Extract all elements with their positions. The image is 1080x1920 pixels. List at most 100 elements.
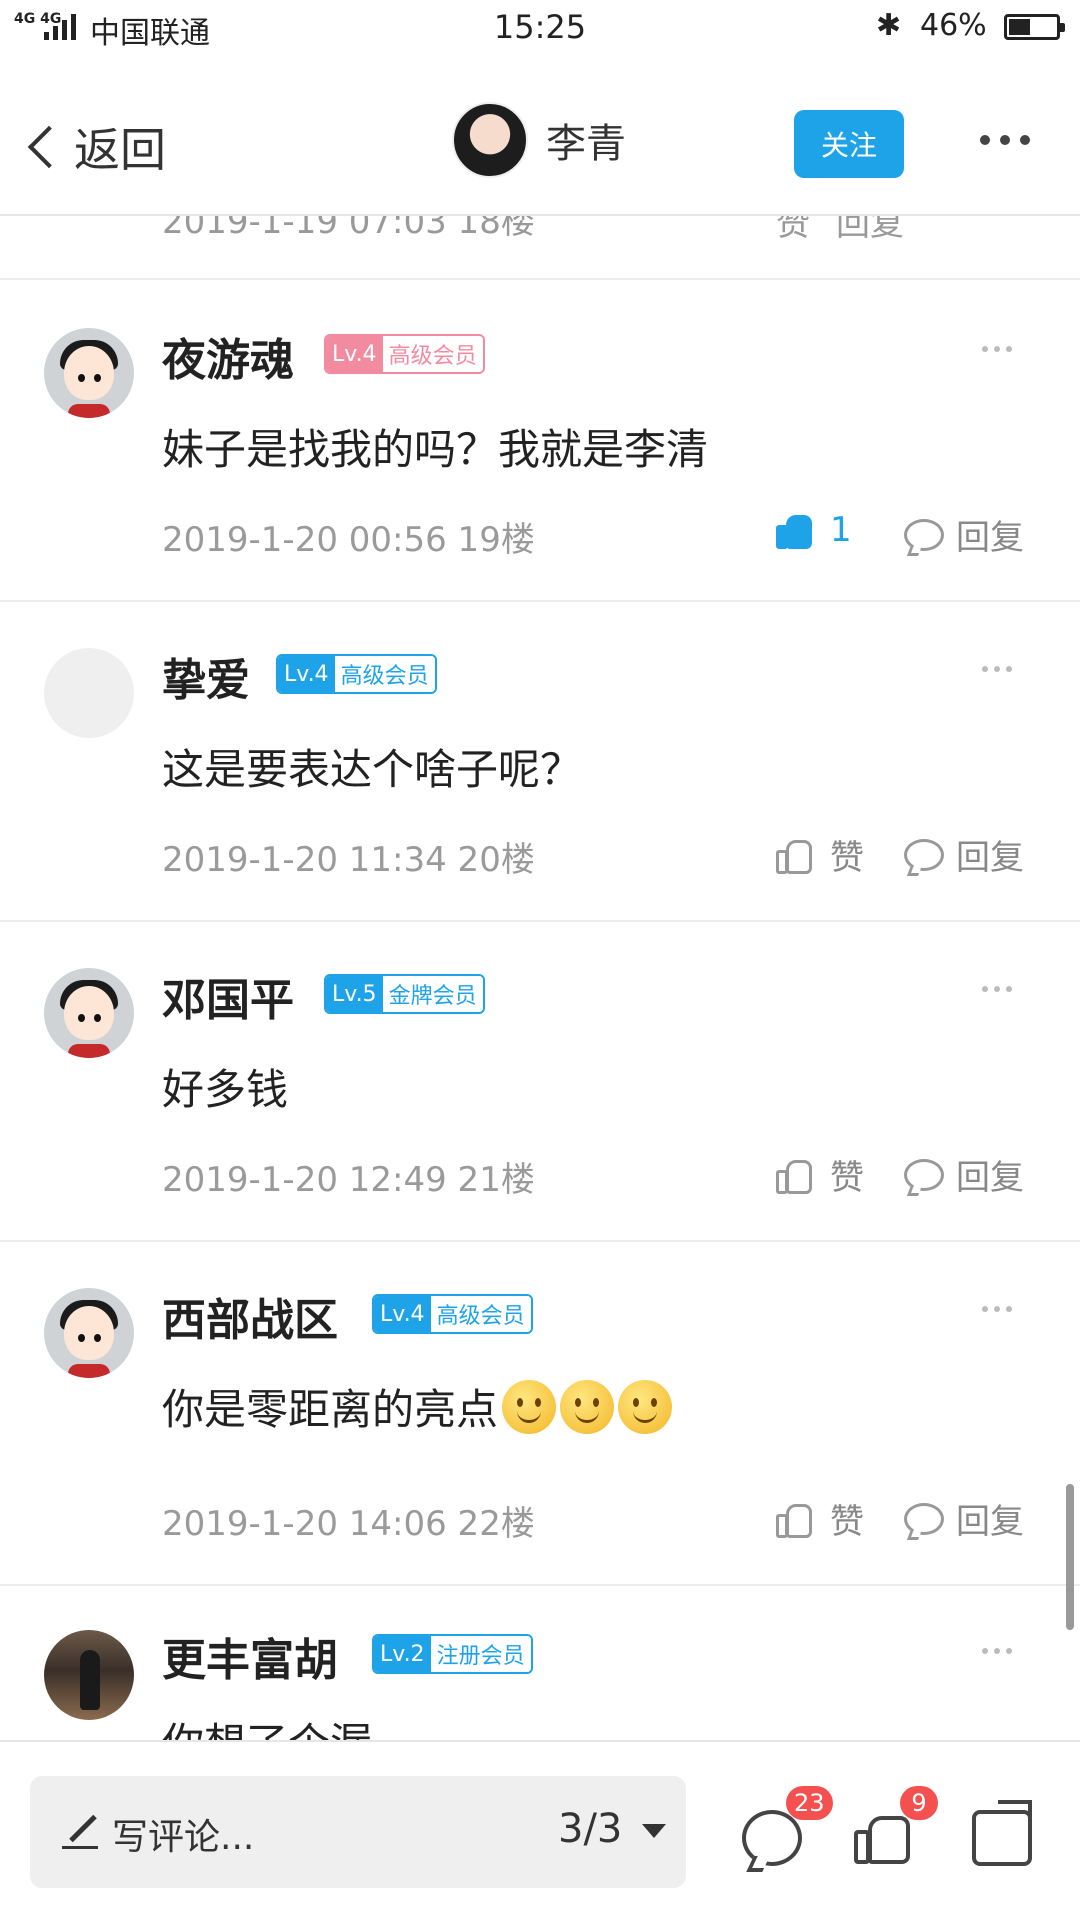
comments-icon[interactable] [742,1810,802,1866]
more-icon[interactable] [982,666,1022,676]
like-count-badge: 9 [900,1786,938,1820]
comment-bubble-icon [904,1158,944,1191]
follow-button[interactable]: 关注 [794,110,904,178]
reply-label: 回复 [956,1502,1024,1542]
more-icon[interactable] [982,986,1022,996]
tier-label: 注册会员 [430,1636,531,1672]
author-info[interactable]: 李青 [452,102,626,178]
like-button[interactable]: 赞 [776,1494,864,1543]
comment-text: 你是零距离的亮点 [162,1385,499,1434]
thumbs-up-icon [776,511,814,549]
like-icon[interactable] [854,1810,914,1866]
comment-text-row: 你是零距离的亮点 [162,1376,673,1437]
username[interactable]: 挚爱 [162,644,250,708]
comment-input[interactable]: 写评论... 3/3 [30,1776,686,1888]
comment-text: 妹子是找我的吗？我就是李清 [162,425,709,474]
like-button[interactable]: 赞 [776,1150,864,1199]
reply-button[interactable]: 回复 [904,1494,1024,1543]
battery-level [1009,19,1030,35]
comment-bubble-icon [904,838,944,871]
status-time: 15:25 [493,8,587,46]
level-label: Lv.2 [374,1636,431,1672]
like-button[interactable]: 赞 [776,830,864,879]
comment-item: 邓国平 Lv.5 金牌会员 好多钱 2019-1-20 12:49 21楼 赞 … [0,922,1080,1242]
member-badge: Lv.4 高级会员 [276,654,437,694]
comment-meta: 2019-1-20 12:49 21楼 [162,1160,535,1200]
comment-item-clipped: 2019-1-19 07:03 18楼 赞 回复 [0,216,1080,280]
like-label: 赞 [830,1502,864,1542]
smile-emoji-icon [502,1379,557,1434]
level-label: Lv.5 [326,976,383,1012]
author-avatar[interactable] [452,102,528,178]
member-badge: Lv.2 注册会员 [372,1634,533,1674]
back-button[interactable]: 返回 [20,114,166,180]
bottom-bar: 写评论... 3/3 23 9 [0,1740,1080,1920]
author-name: 李青 [546,121,626,167]
tier-label: 高级会员 [334,656,435,692]
user-avatar[interactable] [44,968,134,1058]
comment-count-badge: 23 [786,1786,833,1820]
comment-placeholder: 写评论... [112,1817,255,1858]
user-avatar[interactable] [44,1630,134,1720]
comment-item: 挚爱 Lv.4 高级会员 这是要表达个啥子呢？ 2019-1-20 11:34 … [0,602,1080,922]
chevron-left-icon [27,125,71,169]
like-button[interactable]: 赞 [776,216,810,245]
username[interactable]: 夜游魂 [162,324,294,388]
more-icon[interactable] [982,1648,1022,1658]
reply-button[interactable]: 回复 [904,510,1024,559]
tier-label: 高级会员 [430,1296,531,1332]
back-label: 返回 [74,123,166,177]
reply-label: 回复 [956,838,1024,878]
member-badge: Lv.4 高级会员 [372,1294,533,1334]
comment-meta: 2019-1-20 11:34 20楼 [162,840,535,880]
comment-item: 更丰富胡 Lv.2 注册会员 你想了个漏 [0,1588,1080,1740]
reply-label: 回复 [956,518,1024,558]
bluetooth-icon: ✱ [876,8,902,43]
user-avatar[interactable] [44,648,134,738]
smile-emoji-icon [560,1379,615,1434]
like-label: 赞 [830,838,864,878]
comment-meta: 2019-1-19 07:03 18楼 [162,216,535,242]
status-bar: 4G 4G 中国联通 15:25 ✱ 46% [0,0,1080,56]
comment-text: 你想了个漏 [162,1710,372,1740]
comment-item: 夜游魂 Lv.4 高级会员 妹子是找我的吗？我就是李清 2019-1-20 00… [0,282,1080,602]
comment-text: 这是要表达个啥子呢？ [162,745,583,794]
like-label: 赞 [830,1158,864,1198]
comment-actions: 赞 回复 [776,216,904,245]
reply-label: 回复 [956,1158,1024,1198]
thumbs-up-icon [776,1500,814,1538]
comment-bubble-icon [904,518,944,551]
level-label: Lv.4 [374,1296,431,1332]
level-label: Lv.4 [326,336,383,372]
comment-item: 西部战区 Lv.4 高级会员 你是零距离的亮点 2019-1-20 14:06 … [0,1242,1080,1586]
header: 返回 李青 关注 [0,56,1080,216]
comment-meta: 2019-1-20 14:06 22楼 [162,1504,535,1544]
like-button[interactable]: 1 [776,510,852,550]
reply-button[interactable]: 回复 [904,830,1024,879]
user-avatar[interactable] [44,1288,134,1378]
battery-percent: 46% [920,8,987,43]
reply-button[interactable]: 回复 [836,216,904,245]
share-icon[interactable] [972,1800,1032,1866]
more-options-icon[interactable] [980,128,1036,152]
comment-meta: 2019-1-20 00:56 19楼 [162,520,535,560]
level-label: Lv.4 [278,656,335,692]
smile-emoji-icon [618,1379,673,1434]
comment-bubble-icon [904,1502,944,1535]
more-icon[interactable] [982,346,1022,356]
username[interactable]: 西部战区 [162,1284,338,1348]
user-avatar[interactable] [44,328,134,418]
scrollbar[interactable] [1066,1484,1074,1630]
reply-button[interactable]: 回复 [904,1150,1024,1199]
comment-text: 好多钱 [162,1065,289,1114]
username[interactable]: 更丰富胡 [162,1624,338,1688]
more-icon[interactable] [982,1306,1022,1316]
member-badge: Lv.5 金牌会员 [324,974,485,1014]
page-indicator[interactable]: 3/3 [558,1806,622,1852]
username[interactable]: 邓国平 [162,964,294,1028]
thumbs-up-icon [776,1156,814,1194]
like-label: 1 [830,510,852,550]
caret-down-icon[interactable] [642,1824,666,1838]
pencil-icon [62,1814,98,1849]
thumbs-up-icon [776,836,814,874]
